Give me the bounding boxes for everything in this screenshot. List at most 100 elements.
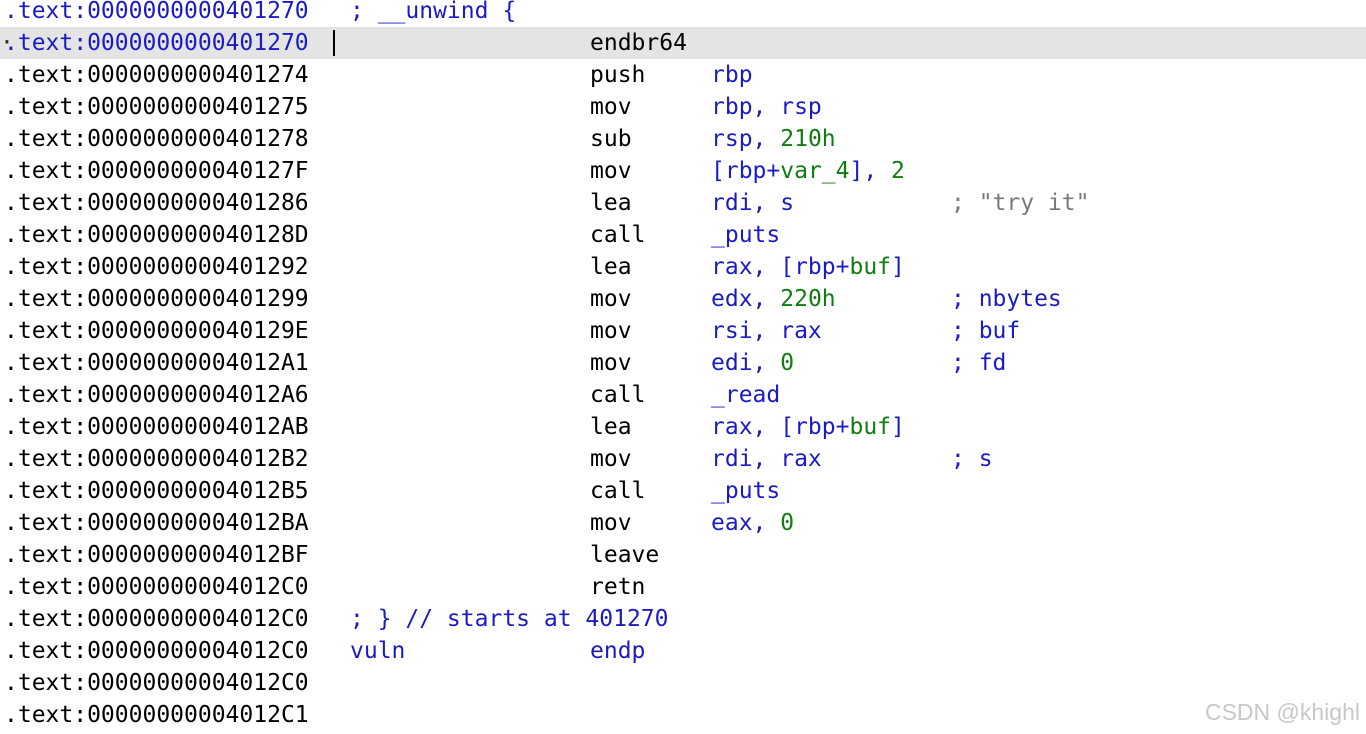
- operand-token: edx,: [711, 286, 781, 312]
- line-address: .text:00000000004012BA: [4, 510, 309, 536]
- endp-directive: endp: [590, 638, 646, 664]
- listing-line[interactable]: .text:0000000000401292 lea rax, [rbp+buf]: [0, 251, 1366, 283]
- instruction-mnemonic: lea: [590, 414, 632, 440]
- instruction-mnemonic: mov: [590, 286, 632, 312]
- line-address: .text:000000000040129E: [4, 318, 309, 344]
- listing-line-unwind-start[interactable]: .text:0000000000401270 ; __unwind {: [0, 0, 1366, 27]
- instruction-operands[interactable]: rbp, rsp: [711, 91, 822, 123]
- operand-token: rbp, rsp: [711, 94, 822, 120]
- listing-line[interactable]: .text:000000000040127F mov [rbp+var_4], 2: [0, 155, 1366, 187]
- instruction-operands[interactable]: edx, 220h: [711, 283, 836, 315]
- instruction-operands[interactable]: rax, [rbp+buf]: [711, 411, 905, 443]
- operand-token: rax, [rbp+: [711, 254, 850, 280]
- operand-token: 2: [891, 158, 905, 184]
- instruction-operands[interactable]: _read: [711, 379, 780, 411]
- listing-line[interactable]: .text:00000000004012A1 mov edi, 0 ; fd: [0, 347, 1366, 379]
- line-address: .text:00000000004012C1: [4, 702, 309, 728]
- operand-token: rdi, rax: [711, 446, 822, 472]
- listing-line[interactable]: .text:0000000000401278 sub rsp, 210h: [0, 123, 1366, 155]
- listing-line-endp[interactable]: .text:00000000004012C0 vuln endp: [0, 635, 1366, 667]
- line-address: .text:00000000004012B5: [4, 478, 309, 504]
- line-comment: ; buf: [951, 318, 1021, 344]
- operand-token: [rbp+: [711, 158, 781, 184]
- listing-line[interactable]: .text:0000000000401286 lea rdi, s ; "try it…: [0, 187, 1366, 219]
- operand-token: ]: [891, 254, 905, 280]
- listing-line[interactable]: .text:00000000004012B5 call _puts: [0, 475, 1366, 507]
- line-address: .text:0000000000401292: [4, 254, 309, 280]
- listing-line[interactable]: .text:0000000000401299 mov edx, 220h ; nbyt…: [0, 283, 1366, 315]
- instruction-operands[interactable]: [rbp+var_4], 2: [711, 155, 905, 187]
- listing-line[interactable]: .text:00000000004012C0 retn: [0, 571, 1366, 603]
- instruction-operands[interactable]: eax, 0: [711, 507, 794, 539]
- line-address: .text:0000000000401278: [4, 126, 309, 152]
- instruction-mnemonic: mov: [590, 446, 632, 472]
- listing-line[interactable]: .text:00000000004012B2 mov rdi, rax ; s: [0, 443, 1366, 475]
- instruction-mnemonic: retn: [590, 574, 646, 600]
- listing-line[interactable]: .text:000000000040128D call _puts: [0, 219, 1366, 251]
- listing-line-current[interactable]: · .text:0000000000401270 endbr64: [0, 27, 1366, 59]
- line-comment: ; s: [951, 446, 993, 472]
- listing-line[interactable]: .text:0000000000401274 push rbp: [0, 59, 1366, 91]
- line-address: .text:00000000004012A1: [4, 350, 309, 376]
- instruction-mnemonic: mov: [590, 94, 632, 120]
- instruction-mnemonic: lea: [590, 190, 632, 216]
- instruction-operands[interactable]: rsp, 210h: [711, 123, 836, 155]
- operand-token: ],: [849, 158, 892, 184]
- instruction-mnemonic: mov: [590, 510, 632, 536]
- operand-token: _read: [711, 382, 781, 408]
- listing-line[interactable]: .text:00000000004012BA mov eax, 0: [0, 507, 1366, 539]
- text-cursor: [333, 30, 335, 56]
- instruction-mnemonic: mov: [590, 318, 632, 344]
- instruction-operands[interactable]: rbp: [711, 59, 753, 91]
- instruction-mnemonic: call: [590, 478, 646, 504]
- end-unwind-comment: ; } // starts at 401270: [350, 606, 669, 632]
- line-address: .text:0000000000401274: [4, 62, 309, 88]
- line-address: .text:00000000004012A6: [4, 382, 309, 408]
- line-comment: ; fd: [951, 350, 1007, 376]
- instruction-mnemonic: mov: [590, 158, 632, 184]
- listing-line[interactable]: .text:0000000000401275 mov rbp, rsp: [0, 91, 1366, 123]
- instruction-operands[interactable]: _puts: [711, 475, 780, 507]
- operand-token: rsi, rax: [711, 318, 822, 344]
- instruction-operands[interactable]: _puts: [711, 219, 780, 251]
- disassembly-listing[interactable]: .text:0000000000401270 ; __unwind { · .t…: [0, 0, 1366, 734]
- operand-token: rdi, s: [711, 190, 795, 216]
- instruction-operands[interactable]: rdi, s: [711, 187, 794, 219]
- operand-token: rax, [rbp+: [711, 414, 850, 440]
- listing-line-blank[interactable]: .text:00000000004012C0: [0, 667, 1366, 699]
- operand-token: 0: [780, 510, 795, 536]
- instruction-mnemonic: leave: [590, 542, 660, 568]
- instruction-mnemonic: mov: [590, 350, 632, 376]
- instruction-operands[interactable]: rsi, rax: [711, 315, 822, 347]
- line-comment: ; "try it": [951, 190, 1090, 216]
- instruction-mnemonic: call: [590, 222, 646, 248]
- function-name-label[interactable]: vuln: [350, 635, 405, 667]
- listing-line-blank[interactable]: .text:00000000004012C1: [0, 699, 1366, 731]
- line-address: .text:00000000004012BF: [4, 542, 309, 568]
- line-comment: ; nbytes: [951, 286, 1062, 312]
- listing-line[interactable]: .text:00000000004012AB lea rax, [rbp+buf]: [0, 411, 1366, 443]
- line-address: .text:00000000004012C0: [4, 670, 309, 696]
- listing-line[interactable]: .text:00000000004012BF leave: [0, 539, 1366, 571]
- line-address: .text:0000000000401275: [4, 94, 309, 120]
- line-address: .text:000000000040128D: [4, 222, 309, 248]
- line-address: .text:0000000000401270: [4, 0, 309, 24]
- instruction-operands[interactable]: rax, [rbp+buf]: [711, 251, 905, 283]
- operand-token: ]: [891, 414, 905, 440]
- operand-token: eax,: [711, 510, 781, 536]
- line-address: .text:00000000004012AB: [4, 414, 309, 440]
- line-address: .text:00000000004012C0: [4, 606, 309, 632]
- listing-line-end-comment[interactable]: .text:00000000004012C0 ; } // starts at …: [0, 603, 1366, 635]
- instruction-operands[interactable]: rdi, rax: [711, 443, 822, 475]
- listing-line[interactable]: .text:00000000004012A6 call _read: [0, 379, 1366, 411]
- listing-line[interactable]: .text:000000000040129E mov rsi, rax ; buf: [0, 315, 1366, 347]
- operand-token: buf: [849, 254, 892, 280]
- instruction-mnemonic: call: [590, 382, 646, 408]
- line-address: .text:0000000000401299: [4, 286, 309, 312]
- instruction-mnemonic: endbr64: [590, 30, 687, 56]
- operand-token: 220h: [780, 286, 836, 312]
- line-address: .text:000000000040127F: [4, 158, 309, 184]
- instruction-mnemonic: lea: [590, 254, 632, 280]
- operand-token: buf: [849, 414, 892, 440]
- instruction-operands[interactable]: edi, 0: [711, 347, 794, 379]
